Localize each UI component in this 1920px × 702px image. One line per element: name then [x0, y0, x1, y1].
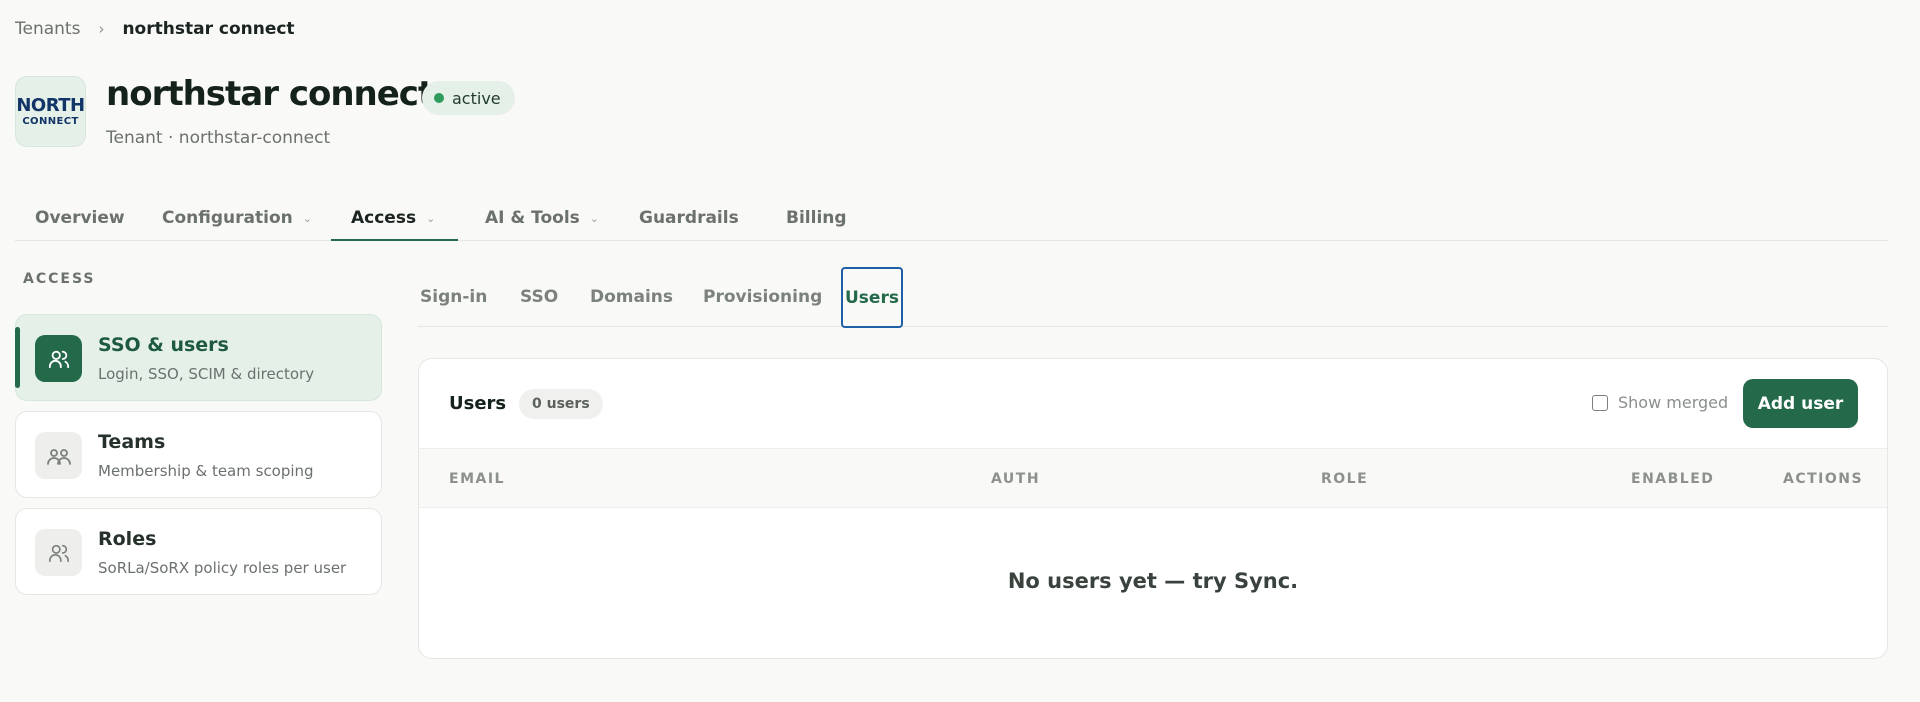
tab-overview[interactable]: Overview	[15, 196, 145, 240]
chevron-down-icon: ⌄	[589, 211, 600, 225]
tab-configuration[interactable]: Configuration ⌄	[142, 196, 332, 240]
sidebar-item-teams[interactable]: Teams Membership & team scoping	[15, 411, 382, 498]
sidebar-heading: ACCESS	[23, 271, 96, 287]
status-label: active	[452, 88, 501, 108]
tab-ai-tools[interactable]: AI & Tools ⌄	[465, 196, 619, 240]
tab-guardrails[interactable]: Guardrails	[619, 196, 759, 240]
chevron-right-icon: ›	[98, 20, 105, 38]
breadcrumb-current: northstar connect	[122, 19, 295, 39]
chevron-down-icon: ⌄	[426, 211, 436, 225]
table-header: EMAIL AUTH ROLE ENABLED ACTIONS	[419, 448, 1887, 508]
sidebar-item-title: SSO & users	[98, 334, 229, 356]
sidebar-item-title: Roles	[98, 528, 157, 550]
add-user-button[interactable]: Add user	[1743, 379, 1858, 428]
chevron-down-icon: ⌄	[302, 211, 312, 225]
tab-access[interactable]: Access ⌄	[331, 196, 458, 241]
tab-label: Access	[351, 208, 417, 228]
tab-billing[interactable]: Billing	[766, 196, 867, 240]
page-subtitle: Tenant · northstar-connect	[106, 128, 331, 148]
tab-label: AI & Tools	[485, 208, 580, 228]
sidebar-item-sso-users[interactable]: SSO & users Login, SSO, SCIM & directory	[15, 314, 382, 401]
main-tabs: Overview Configuration ⌄ Access ⌄ AI & T…	[15, 196, 1888, 241]
page-title: northstar connect	[106, 74, 434, 114]
subtab-sign-in[interactable]: Sign-in	[420, 267, 487, 327]
status-badge: active	[422, 81, 515, 115]
sidebar-item-roles[interactable]: Roles SoRLa/SoRX policy roles per user	[15, 508, 382, 595]
subtab-users[interactable]: Users	[841, 267, 903, 328]
users-panel: Users 0 users Show merged Add user EMAIL…	[418, 358, 1888, 659]
subtab-domains[interactable]: Domains	[590, 267, 673, 327]
column-auth: AUTH	[991, 471, 1041, 487]
show-merged-toggle[interactable]: Show merged	[1592, 393, 1728, 412]
tab-label: Guardrails	[639, 208, 739, 228]
team-icon	[35, 432, 82, 479]
sub-tabs: Sign-in SSO Domains Provisioning Users	[418, 267, 1888, 328]
breadcrumb: Tenants › northstar connect	[15, 19, 295, 39]
show-merged-label: Show merged	[1618, 393, 1729, 412]
logo-text-top: NORTH	[16, 94, 85, 116]
users-icon	[35, 335, 82, 382]
sidebar-item-desc: Membership & team scoping	[98, 462, 314, 480]
sidebar-item-desc: SoRLa/SoRX policy roles per user	[98, 559, 347, 577]
tab-label: Overview	[35, 208, 125, 228]
logo-text-bottom: CONNECT	[22, 115, 79, 127]
breadcrumb-tenants-link[interactable]: Tenants	[15, 19, 80, 39]
tab-label: Billing	[786, 208, 847, 228]
roles-icon	[35, 529, 82, 576]
sidebar-item-desc: Login, SSO, SCIM & directory	[98, 365, 315, 383]
subtab-provisioning[interactable]: Provisioning	[703, 267, 822, 327]
tenant-logo: NORTH CONNECT	[15, 76, 86, 147]
status-dot-icon	[434, 93, 444, 103]
tab-label: Configuration	[162, 208, 293, 228]
empty-state-message: No users yet — try Sync.	[1007, 569, 1299, 593]
column-email: EMAIL	[449, 471, 505, 487]
sidebar-item-title: Teams	[98, 431, 166, 453]
show-merged-checkbox[interactable]	[1592, 394, 1608, 411]
panel-title: Users	[449, 393, 507, 414]
user-count-badge: 0 users	[519, 389, 603, 419]
column-role: ROLE	[1321, 471, 1369, 487]
column-actions: ACTIONS	[1783, 471, 1864, 487]
subtab-sso[interactable]: SSO	[520, 267, 558, 327]
column-enabled: ENABLED	[1631, 471, 1715, 487]
